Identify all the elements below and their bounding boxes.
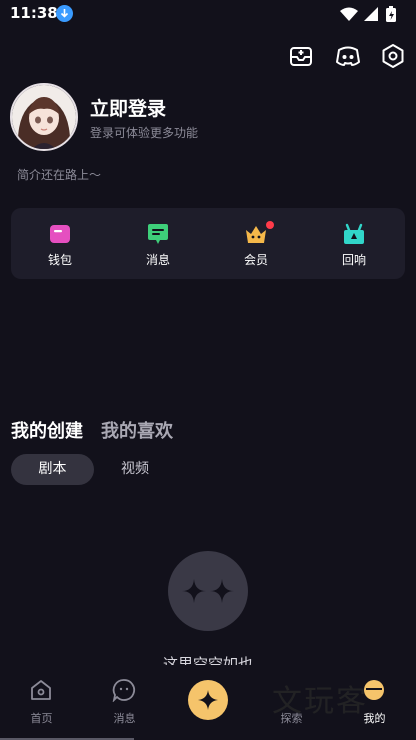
chip-video[interactable]: 视频 — [101, 454, 169, 485]
tab-my-liked[interactable]: 我的喜欢 — [101, 417, 173, 443]
notification-badge — [266, 221, 274, 229]
wallet-label: 钱包 — [47, 253, 72, 267]
chip-script[interactable]: 剧本 — [11, 454, 94, 485]
login-title[interactable]: 立即登录 — [90, 94, 166, 121]
echo-action[interactable]: 回响 — [305, 208, 403, 279]
login-subtitle: 登录可体验更多功能 — [90, 126, 199, 140]
watermark: 文玩客 — [272, 684, 368, 719]
nav-messages[interactable]: 消息 — [83, 665, 166, 740]
membership-action[interactable]: 会员 — [207, 208, 305, 279]
bio-text: 简介还在路上～ — [17, 168, 102, 182]
empty-state-illustration — [168, 551, 248, 631]
chat-icon — [112, 679, 136, 702]
messages-action[interactable]: 消息 — [109, 208, 207, 279]
settings-icon[interactable] — [379, 42, 407, 70]
wifi-icon — [340, 7, 358, 21]
wallet-icon — [50, 225, 70, 243]
home-icon — [31, 680, 51, 700]
messages-label: 消息 — [145, 253, 170, 267]
status-time: 11:38 — [10, 4, 58, 22]
nav-messages-label: 消息 — [113, 712, 136, 725]
quick-actions-card: 钱包 消息 会员 回响 — [11, 208, 405, 279]
wallet-action[interactable]: 钱包 — [11, 208, 109, 279]
system-status-icons — [340, 6, 396, 22]
discord-icon[interactable] — [334, 42, 362, 70]
nav-home-label: 首页 — [30, 712, 53, 725]
download-icon — [56, 5, 73, 22]
status-bar: 11:38 — [0, 0, 416, 30]
message-icon — [148, 224, 168, 244]
crown-icon — [246, 226, 266, 243]
gift-icon — [344, 223, 364, 244]
inbox-icon[interactable] — [287, 42, 315, 70]
signal-icon — [364, 7, 378, 21]
membership-label: 会员 — [243, 253, 268, 267]
nav-home[interactable]: 首页 — [0, 665, 83, 740]
sparkle-icon — [182, 579, 234, 603]
tab-my-created[interactable]: 我的创建 — [11, 417, 83, 443]
sparkle-icon — [198, 690, 218, 710]
create-button[interactable] — [188, 680, 228, 720]
echo-label: 回响 — [341, 253, 366, 267]
avatar[interactable] — [10, 83, 78, 151]
